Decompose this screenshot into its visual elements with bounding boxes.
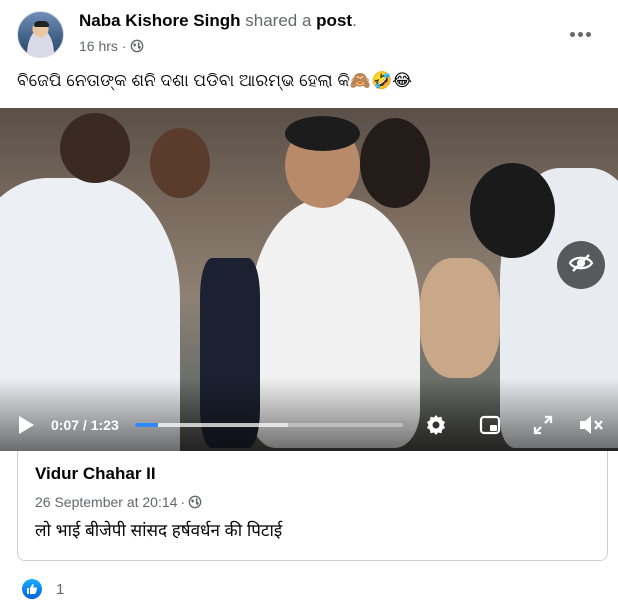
settings-button[interactable] bbox=[423, 412, 449, 438]
video-figure bbox=[285, 116, 360, 151]
shared-author-name[interactable]: Vidur Chahar II bbox=[35, 464, 156, 484]
dot bbox=[569, 31, 575, 37]
post-link[interactable]: post bbox=[316, 11, 352, 30]
author-line: Naba Kishore Singh shared a post. bbox=[79, 10, 357, 32]
post-meta: 16 hrs · bbox=[79, 37, 144, 55]
hide-video-button[interactable] bbox=[557, 241, 605, 289]
mute-button[interactable] bbox=[578, 412, 604, 438]
author-name[interactable]: Naba Kishore Singh bbox=[79, 11, 241, 30]
video-figure bbox=[470, 163, 555, 258]
shared-a-text: shared a bbox=[245, 11, 312, 30]
video-figure bbox=[360, 118, 430, 208]
post-header: Naba Kishore Singh shared a post. 16 hrs… bbox=[0, 0, 618, 64]
dot bbox=[585, 31, 591, 37]
video-time: 0:07 / 1:23 bbox=[51, 417, 119, 433]
reaction-count: 1 bbox=[56, 580, 65, 598]
reactions-summary[interactable]: 1 bbox=[22, 578, 64, 600]
eye-slash-icon bbox=[567, 249, 595, 282]
video-figure bbox=[420, 258, 500, 378]
avatar[interactable] bbox=[17, 11, 64, 58]
duration: 1:23 bbox=[90, 417, 119, 433]
progress-bar[interactable] bbox=[135, 423, 403, 427]
video-controls: 0:07 / 1:23 bbox=[0, 400, 618, 450]
mute-icon bbox=[580, 416, 603, 434]
globe-icon bbox=[188, 495, 202, 509]
meta-separator: · bbox=[180, 494, 186, 510]
play-icon bbox=[19, 416, 34, 434]
post-text: ବିଜେପି ନେତାଙ୍କ ଶନି ଦଶା ପଡିବା ଆରମ୍ଭ ହେଲା … bbox=[17, 71, 413, 90]
like-icon bbox=[22, 579, 42, 599]
progress-buffered bbox=[135, 423, 288, 427]
miniplayer-button[interactable] bbox=[477, 412, 503, 438]
fullscreen-icon bbox=[533, 415, 553, 435]
meta-separator: · bbox=[121, 38, 127, 54]
settings-icon bbox=[427, 415, 445, 435]
post-time[interactable]: 16 hrs bbox=[79, 37, 118, 55]
shared-post-text: लो भाई बीजेपी सांसद हर्षवर्धन की पिटाई bbox=[35, 521, 283, 540]
video-figure bbox=[60, 113, 130, 183]
shared-post-date[interactable]: 26 September at 20:14 bbox=[35, 494, 177, 510]
video-figure bbox=[150, 128, 210, 198]
globe-icon bbox=[130, 39, 144, 53]
shared-post-meta: 26 September at 20:14 · bbox=[35, 494, 202, 510]
play-button[interactable] bbox=[17, 415, 35, 435]
dot bbox=[577, 31, 583, 37]
more-options-button[interactable] bbox=[562, 20, 598, 48]
shared-post-card[interactable]: Vidur Chahar II 26 September at 20:14 · … bbox=[17, 451, 608, 561]
fullscreen-button[interactable] bbox=[530, 412, 556, 438]
miniplayer-icon bbox=[479, 415, 501, 435]
progress-played bbox=[135, 423, 158, 427]
period-text: . bbox=[352, 11, 357, 30]
current-time: 0:07 bbox=[51, 417, 80, 433]
